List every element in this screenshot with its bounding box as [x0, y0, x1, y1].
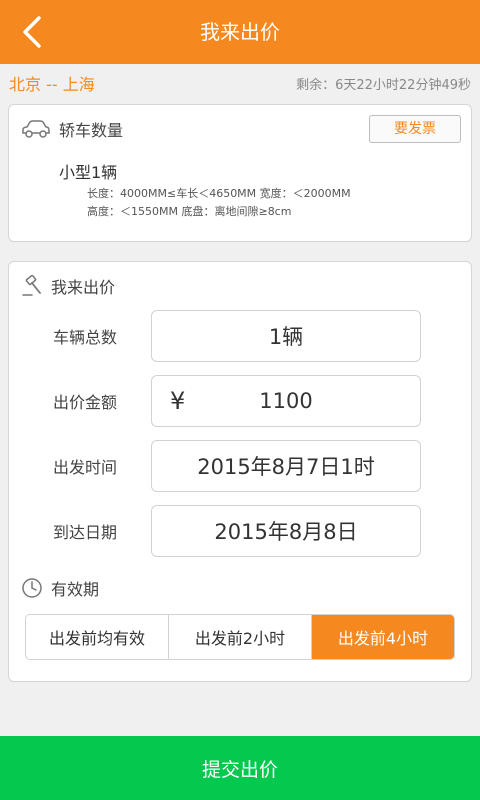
total-field[interactable]: 1辆 [151, 310, 421, 362]
arrive-date-field[interactable]: 2015年8月8日 [151, 505, 421, 557]
arrive-value: 2015年8月8日 [214, 520, 358, 544]
back-button[interactable] [12, 12, 52, 52]
validity-option-4h[interactable]: 出发前4小时 [311, 615, 454, 659]
submit-bid-button[interactable]: 提交出价 [0, 736, 480, 800]
car-icon [22, 120, 50, 138]
route-text: 北京 -- 上海 [9, 75, 95, 94]
total-label: 车辆总数 [53, 328, 118, 347]
depart-label: 出发时间 [53, 458, 118, 477]
app-header: 我来出价 [0, 0, 480, 64]
invoice-button[interactable]: 要发票 [369, 115, 461, 143]
remaining-time: 剩余：6天22小时22分钟49秒 [296, 77, 471, 93]
bid-section-title: 我来出价 [51, 278, 116, 297]
depart-value: 2015年8月7日1时 [197, 455, 375, 479]
validity-title: 有效期 [51, 580, 100, 599]
validity-option-2h[interactable]: 出发前2小时 [168, 615, 311, 659]
validity-header: 有效期 [21, 576, 99, 600]
total-value: 1辆 [268, 325, 304, 349]
vehicle-card: 轿车数量 要发票 小型1辆 长度：4000MM≤车长＜4650MM 宽度：＜20… [8, 104, 472, 242]
route-bar: 北京 -- 上海 剩余：6天22小时22分钟49秒 [0, 64, 480, 102]
arrive-label: 到达日期 [53, 523, 118, 542]
amount-input[interactable]: ¥ 1100 [151, 375, 421, 427]
currency-symbol: ¥ [170, 387, 186, 415]
spec-line-1: 长度：4000MM≤车长＜4650MM 宽度：＜2000MM [87, 187, 351, 200]
amount-value: 1100 [259, 389, 313, 413]
depart-time-field[interactable]: 2015年8月7日1时 [151, 440, 421, 492]
spec-line-2: 高度：＜1550MM 底盘：离地间隙≥8cm [87, 205, 292, 218]
chevron-left-icon [23, 16, 41, 48]
page-title: 我来出价 [200, 20, 280, 44]
amount-label: 出价金额 [53, 393, 118, 412]
vehicle-section-header: 轿车数量 [21, 117, 123, 141]
validity-segmented-control: 出发前均有效 出发前2小时 出发前4小时 [25, 614, 455, 660]
gavel-icon [22, 275, 41, 296]
bid-card: 我来出价 车辆总数 1辆 出价金额 ¥ 1100 出发时间 2015年8月7日1… [8, 261, 472, 682]
car-type-count: 小型1辆 [59, 163, 118, 182]
bid-section-header: 我来出价 [21, 274, 115, 298]
vehicle-section-title: 轿车数量 [59, 121, 124, 140]
clock-icon [22, 578, 42, 598]
validity-option-all[interactable]: 出发前均有效 [26, 615, 168, 659]
